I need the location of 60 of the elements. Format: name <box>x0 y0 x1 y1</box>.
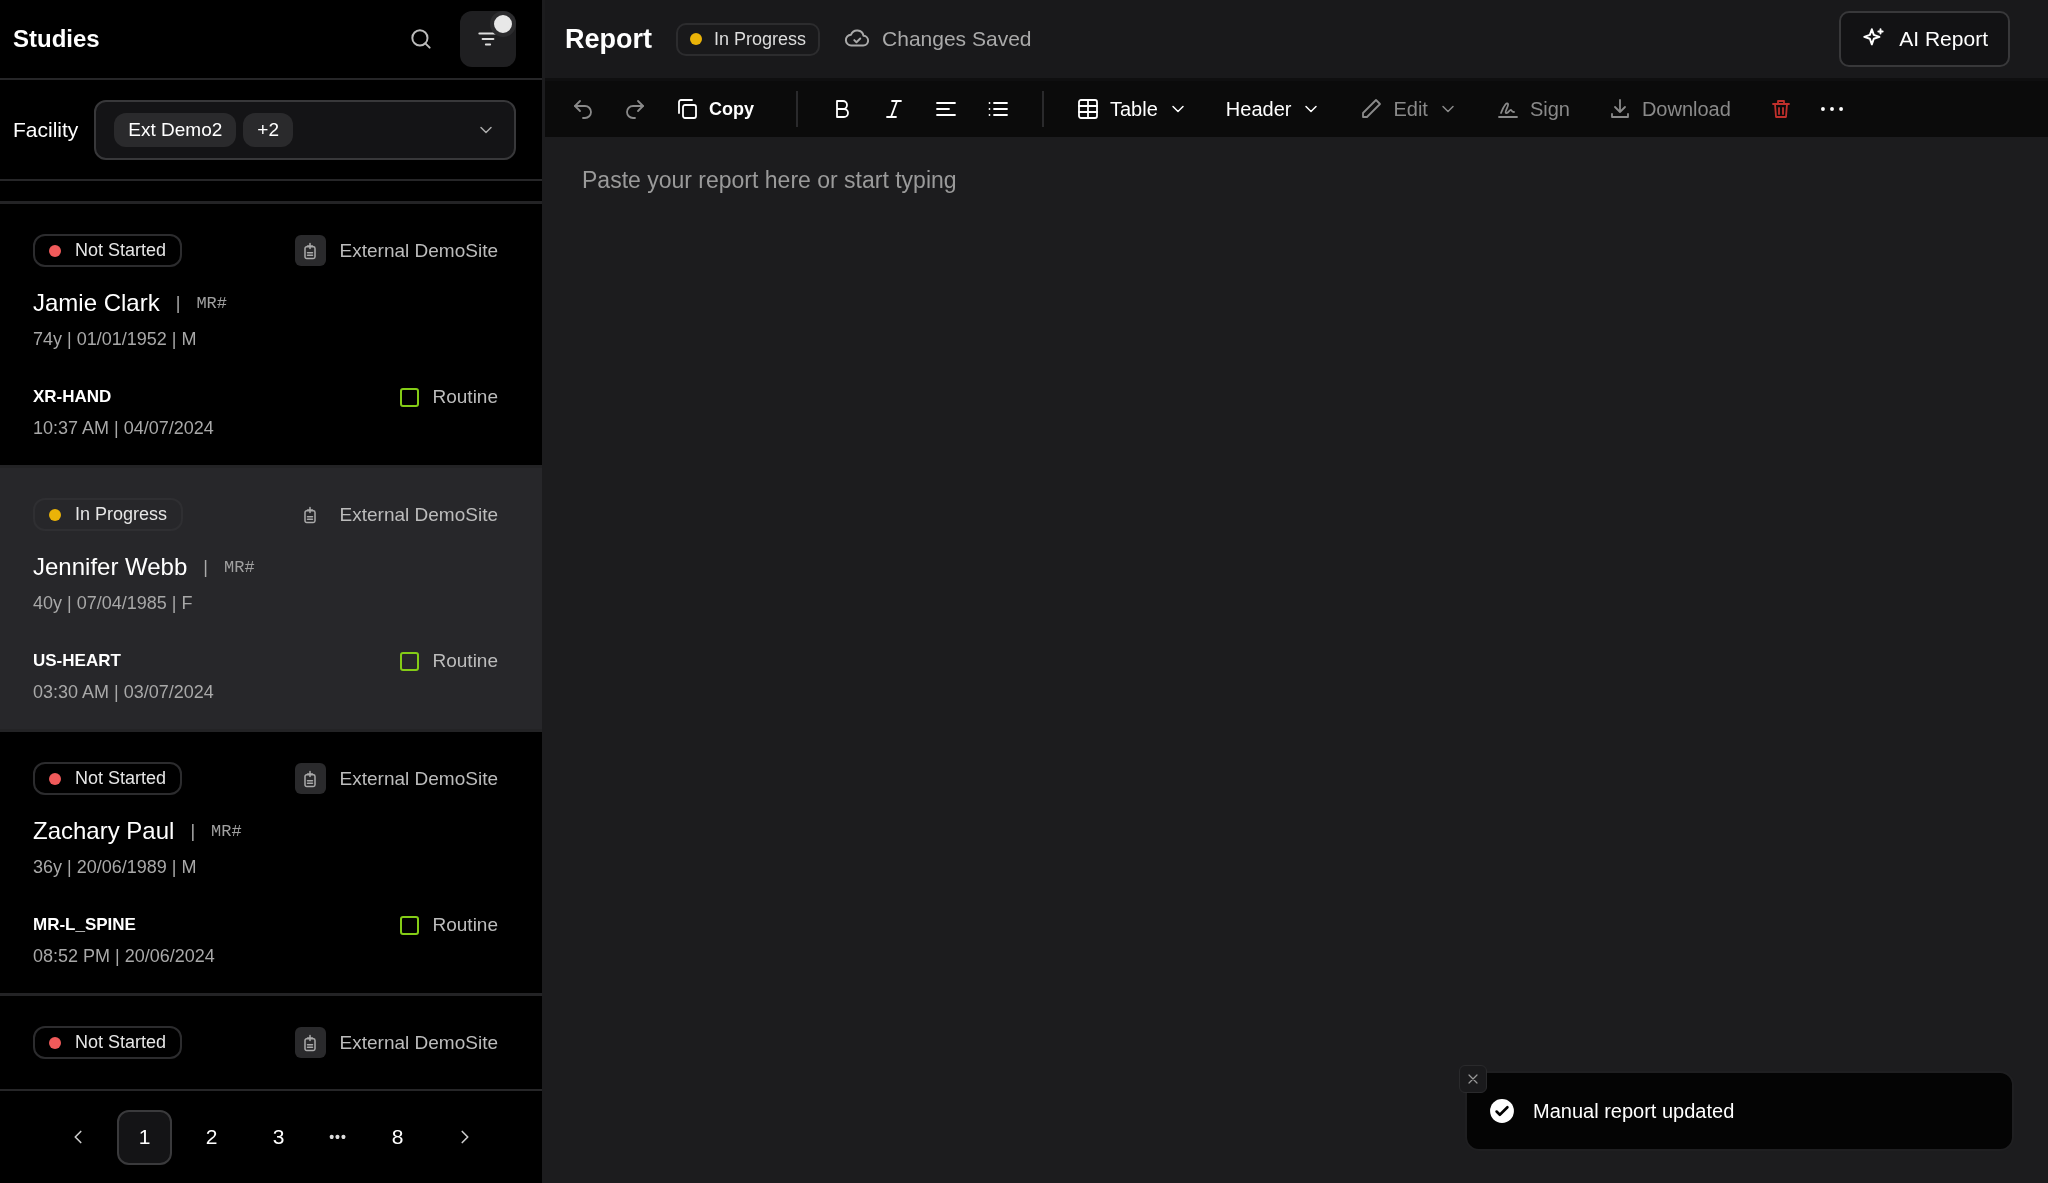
sidebar-title: Studies <box>13 25 101 53</box>
procedure-code: MR-L_SPINE <box>33 915 136 935</box>
study-time: 03:30 AM | 03/07/2024 <box>33 682 215 703</box>
search-icon <box>408 26 434 52</box>
status-badge: Not Started <box>33 762 183 795</box>
status-badge: Not Started <box>33 234 183 267</box>
priority-label: Routine <box>432 914 498 936</box>
filter-button[interactable] <box>460 11 516 67</box>
table-icon <box>1076 97 1100 121</box>
site-name: External DemoSite <box>339 503 498 526</box>
header-button[interactable]: Header <box>1215 87 1332 131</box>
priority-label: Routine <box>432 386 498 408</box>
patient-demographics: 40y | 07/04/1985 | F <box>33 593 194 614</box>
priority-icon <box>399 915 419 935</box>
patient-name: Jennifer Webb <box>33 553 188 581</box>
undo-icon <box>571 97 595 121</box>
more-icon <box>1820 106 1843 112</box>
mr-label: MR# <box>224 557 255 577</box>
pencil-icon <box>1359 97 1384 121</box>
status-badge: In Progress <box>33 498 184 531</box>
patient-name: Zachary Paul <box>33 817 175 845</box>
study-time: 10:37 AM | 04/07/2024 <box>33 418 215 439</box>
copy-button[interactable]: Copy <box>665 87 764 131</box>
status-badge: In Progress <box>676 22 821 56</box>
site-name: External DemoSite <box>339 1031 498 1054</box>
facility-select[interactable]: Ext Demo2 +2 <box>94 99 516 160</box>
facility-chip: +2 <box>243 112 293 147</box>
facility-label: Facility <box>13 117 79 142</box>
mr-label: MR# <box>196 293 227 313</box>
save-status: Changes Saved <box>882 27 1032 51</box>
study-card[interactable]: In Progress External DemoSite Jennifer Webb | MR# 40y | 07/04/1985 | F US-HEART Routine 03:30 AM | 03/07/2024 <box>0 468 542 732</box>
pagination-ellipsis: ••• <box>328 1129 348 1145</box>
site-name: External DemoSite <box>339 239 498 262</box>
patient-demographics: 36y | 20/06/1989 | M <box>33 857 198 878</box>
procedure-code: US-HEART <box>33 651 121 671</box>
separator: | <box>175 292 181 314</box>
status-badge: Not Started <box>33 1026 183 1059</box>
page-button[interactable]: 8 <box>370 1109 425 1165</box>
page-button[interactable]: 3 <box>251 1109 306 1165</box>
redo-icon <box>623 97 647 121</box>
check-circle-icon <box>1489 1098 1515 1124</box>
patient-demographics: 74y | 01/01/1952 | M <box>33 329 198 350</box>
report-title: Report <box>565 23 652 55</box>
copy-icon <box>675 97 699 121</box>
ai-report-button[interactable]: AI Report <box>1839 11 2010 67</box>
separator: | <box>190 820 196 842</box>
mr-label: MR# <box>211 821 242 841</box>
site-name: External DemoSite <box>339 767 498 790</box>
patient-name: Jamie Clark <box>33 289 160 317</box>
separator: | <box>203 556 208 578</box>
toast-message: Manual report updated <box>1533 1099 1735 1123</box>
priority-label: Routine <box>432 650 498 672</box>
facility-chip: Ext Demo2 <box>114 112 237 147</box>
study-time: 08:52 PM | 20/06/2024 <box>33 946 216 967</box>
procedure-code: XR-HAND <box>33 387 112 407</box>
table-button[interactable]: Table <box>1066 87 1198 131</box>
priority-icon <box>399 651 419 671</box>
page-button[interactable]: 1 <box>117 1109 172 1165</box>
page-button[interactable]: 2 <box>184 1109 239 1165</box>
priority-icon <box>399 387 419 407</box>
